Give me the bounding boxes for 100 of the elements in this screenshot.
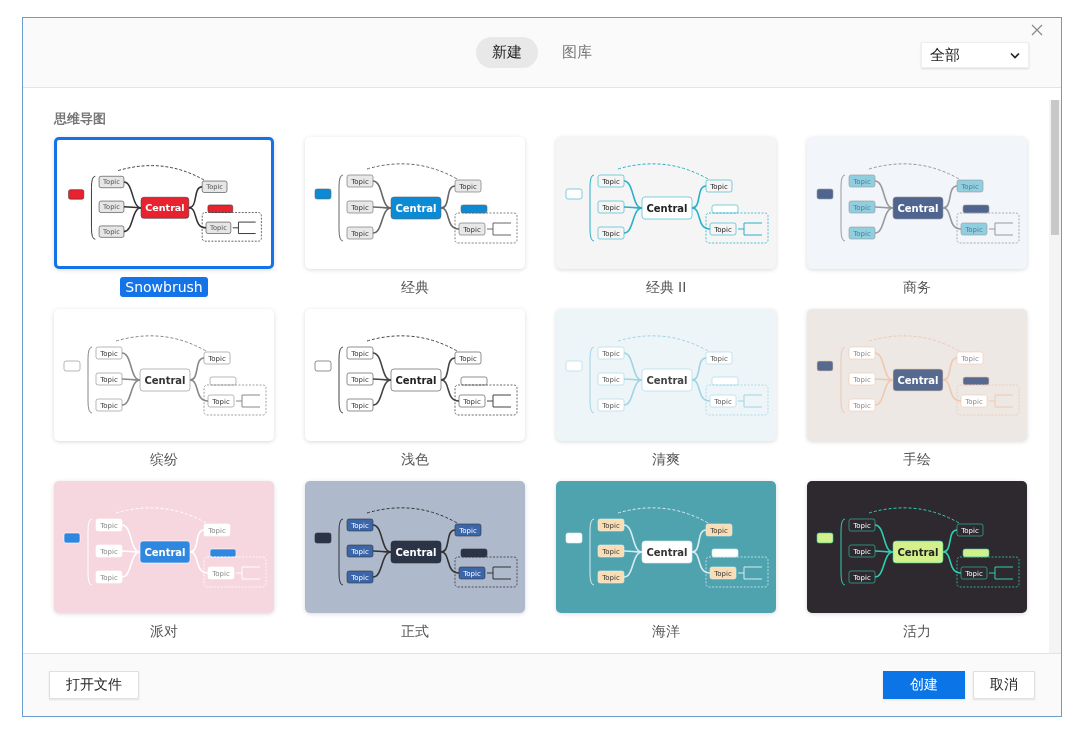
boundary-frame bbox=[454, 384, 518, 416]
topic-node bbox=[95, 398, 123, 412]
topic-node bbox=[960, 394, 988, 408]
template-name: 清爽 bbox=[651, 450, 681, 469]
create-button[interactable]: 创建 bbox=[883, 671, 965, 699]
topic-node bbox=[203, 351, 231, 365]
boundary-frame bbox=[956, 384, 1020, 416]
topic-node bbox=[705, 351, 733, 365]
central-node bbox=[641, 196, 693, 220]
topic-node bbox=[705, 179, 733, 193]
topic-node bbox=[848, 518, 876, 532]
tag-shape bbox=[209, 376, 237, 386]
tag-shape bbox=[711, 204, 739, 214]
topic-node bbox=[98, 200, 125, 213]
template-name: 浅色 bbox=[400, 450, 430, 469]
topic-node bbox=[597, 372, 625, 386]
tag-shape bbox=[209, 548, 237, 558]
topic-node bbox=[597, 346, 625, 360]
cancel-button[interactable]: 取消 bbox=[973, 671, 1035, 699]
topic-node bbox=[346, 200, 374, 214]
tag-shape bbox=[460, 376, 488, 386]
central-node bbox=[139, 368, 191, 392]
tag-shape bbox=[207, 204, 233, 213]
boundary-frame bbox=[454, 556, 518, 588]
close-icon[interactable] bbox=[1031, 24, 1043, 36]
topic-node bbox=[98, 225, 125, 238]
template-name: 缤纷 bbox=[149, 450, 179, 469]
filter-dropdown[interactable]: 全部 bbox=[921, 42, 1029, 68]
boundary-frame bbox=[956, 212, 1020, 244]
central-label: Central bbox=[897, 374, 939, 386]
topic-node bbox=[458, 394, 486, 408]
tab[interactable]: 新建 bbox=[476, 37, 538, 68]
topic-node bbox=[597, 544, 625, 558]
topic-node bbox=[205, 221, 232, 234]
topic-node bbox=[960, 566, 988, 580]
topic-node bbox=[454, 351, 482, 365]
central-node bbox=[892, 368, 944, 392]
central-node bbox=[390, 196, 442, 220]
boundary-frame bbox=[201, 212, 262, 242]
topic-node bbox=[709, 394, 737, 408]
topic-node bbox=[346, 226, 374, 240]
tag-shape bbox=[460, 204, 488, 214]
central-node bbox=[390, 368, 442, 392]
boundary-frame bbox=[454, 212, 518, 244]
template-name: Snowbrush bbox=[120, 277, 208, 297]
tag-shape bbox=[962, 548, 990, 558]
central-label: Central bbox=[144, 374, 186, 386]
topic-node bbox=[458, 566, 486, 580]
topic-node bbox=[346, 346, 374, 360]
boundary-frame bbox=[956, 556, 1020, 588]
central-label: Central bbox=[646, 374, 688, 386]
central-node bbox=[390, 540, 442, 564]
topic-node bbox=[597, 200, 625, 214]
topic-node bbox=[848, 544, 876, 558]
tag-shape bbox=[962, 204, 990, 214]
topic-node bbox=[956, 179, 984, 193]
tag-shape bbox=[711, 376, 739, 386]
topic-node bbox=[454, 179, 482, 193]
topic-node bbox=[956, 523, 984, 537]
topic-node bbox=[597, 398, 625, 412]
topic-node bbox=[98, 176, 125, 188]
scrollbar[interactable] bbox=[1049, 100, 1061, 653]
central-label: Central bbox=[897, 546, 939, 558]
topic-node bbox=[597, 174, 625, 188]
tag-shape bbox=[460, 548, 488, 558]
template-name: 经典 bbox=[400, 278, 430, 297]
scrollbar-thumb[interactable] bbox=[1051, 100, 1059, 235]
boundary-frame bbox=[705, 384, 769, 416]
template-name: 正式 bbox=[400, 622, 430, 641]
central-label: Central bbox=[646, 546, 688, 558]
topic-node bbox=[95, 544, 123, 558]
topic-node bbox=[597, 518, 625, 532]
central-node bbox=[641, 368, 693, 392]
topic-node bbox=[203, 523, 231, 537]
open-file-button[interactable]: 打开文件 bbox=[49, 671, 139, 699]
topic-node bbox=[848, 398, 876, 412]
template-name: 经典 II bbox=[644, 278, 688, 297]
topic-node bbox=[201, 180, 228, 193]
boundary-frame bbox=[203, 384, 267, 416]
template-name: 手绘 bbox=[902, 450, 932, 469]
central-label: Central bbox=[144, 546, 186, 558]
topic-node bbox=[95, 518, 123, 532]
topic-node bbox=[597, 570, 625, 584]
central-node bbox=[140, 197, 190, 219]
topic-node bbox=[207, 394, 235, 408]
topic-node bbox=[960, 222, 988, 236]
template-name: 海洋 bbox=[651, 622, 681, 641]
topic-node bbox=[207, 566, 235, 580]
topic-node bbox=[848, 570, 876, 584]
section-title: 思维导图 bbox=[54, 110, 107, 128]
topic-node bbox=[848, 372, 876, 386]
topic-node bbox=[848, 346, 876, 360]
topic-node bbox=[597, 226, 625, 240]
boundary-frame bbox=[705, 212, 769, 244]
tab[interactable]: 图库 bbox=[546, 37, 608, 68]
topic-node bbox=[95, 346, 123, 360]
topic-node bbox=[346, 570, 374, 584]
tag-shape bbox=[711, 548, 739, 558]
central-node bbox=[139, 540, 191, 564]
boundary-frame bbox=[705, 556, 769, 588]
